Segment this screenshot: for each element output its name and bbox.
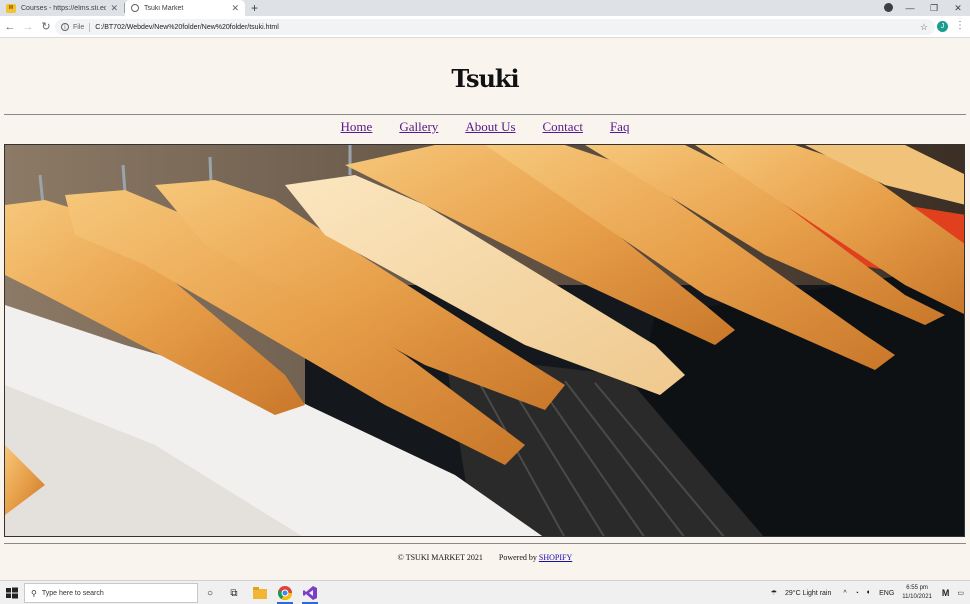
windows-start-icon[interactable] [4, 585, 20, 601]
tab-courses[interactable]: M Courses - https://elms.sti.edu/st... ✕ [0, 0, 124, 16]
file-explorer-icon[interactable] [252, 585, 268, 601]
nav-home[interactable]: Home [341, 119, 373, 135]
back-icon[interactable]: ← [2, 21, 18, 33]
address-bar[interactable]: i File C:/BT702/Webdev/New%20folder/New%… [55, 19, 935, 35]
minimize-icon[interactable]: — [898, 3, 922, 13]
chevron-up-icon[interactable]: ^ [843, 590, 846, 597]
tab-title: Tsuki Market [144, 4, 184, 12]
nav-about-us[interactable]: About Us [465, 119, 515, 135]
close-window-icon[interactable]: ✕ [946, 3, 970, 14]
moodle-icon: M [6, 3, 16, 13]
browser-toolbar: ← → ↻ i File C:/BT702/Webdev/New%20folde… [0, 16, 970, 38]
nav-gallery[interactable]: Gallery [399, 119, 438, 135]
windows-taskbar: ⚲ Type here to search ○ ⧉ ☂ 29°C Light r… [0, 580, 970, 604]
notifications-icon[interactable]: ▭ [957, 589, 964, 597]
shopify-link[interactable]: SHOPIFY [539, 553, 572, 562]
footer-divider [4, 543, 966, 544]
hangers-illustration [5, 145, 964, 536]
network-icon[interactable]: ◔ [855, 590, 859, 597]
weather-icon: ☂ [770, 590, 777, 597]
weather-text[interactable]: 29°C Light rain [785, 590, 831, 597]
menu-kebab-icon[interactable]: ⋮ [955, 20, 965, 31]
search-placeholder: Type here to search [41, 589, 104, 597]
visual-studio-icon[interactable] [302, 585, 318, 604]
close-icon[interactable]: ✕ [110, 3, 118, 14]
window-controls: — ❐ ✕ [898, 0, 970, 16]
tab-title: Courses - https://elms.sti.edu/st... [21, 4, 107, 12]
language-indicator[interactable]: ENG [879, 590, 894, 597]
nav-faq[interactable]: Faq [610, 119, 630, 135]
forward-icon[interactable]: → [20, 21, 36, 33]
powered-by-label: Powered by [498, 553, 537, 562]
nav-contact[interactable]: Contact [543, 119, 583, 135]
tab-tsuki-market[interactable]: Tsuki Market ✕ [125, 0, 245, 16]
site-nav: Home Gallery About Us Contact Faq [0, 119, 970, 135]
clock-date: 11/10/2021 [902, 594, 932, 600]
reload-icon[interactable]: ↻ [38, 20, 54, 33]
system-tray: ☂ 29°C Light rain ^ ◔ 🔈︎ ENG 6:55 pm 11/… [771, 581, 970, 604]
header-divider [4, 114, 966, 115]
info-icon[interactable]: i [61, 23, 69, 31]
hero-image [4, 144, 965, 537]
clock[interactable]: 6:55 pm 11/10/2021 [902, 584, 932, 602]
divider [89, 22, 91, 32]
task-view-icon[interactable]: ⧉ [226, 585, 242, 601]
site-logo: Tsuki [451, 64, 519, 93]
taskbar-search[interactable]: ⚲ Type here to search [24, 583, 198, 603]
close-icon[interactable]: ✕ [231, 3, 239, 14]
copyright-text: © TSUKI MARKET 2021 [397, 553, 483, 562]
chrome-icon[interactable] [277, 585, 293, 604]
clock-time: 6:55 pm [906, 585, 928, 591]
globe-icon [131, 4, 139, 12]
site-footer: © TSUKI MARKET 2021 Powered by SHOPIFY [0, 553, 970, 562]
web-page: Tsuki Home Gallery About Us Contact Faq [0, 38, 970, 580]
bookmark-star-icon[interactable]: ☆ [920, 22, 928, 33]
url-text[interactable]: C:/BT702/Webdev/New%20folder/New%20folde… [95, 24, 279, 31]
url-scheme: File [73, 23, 85, 31]
browser-tab-strip: M Courses - https://elms.sti.edu/st... ✕… [0, 0, 970, 16]
new-tab-button[interactable]: + [251, 0, 258, 16]
extension-icon[interactable] [884, 3, 893, 12]
account-avatar[interactable]: J [937, 21, 948, 32]
search-icon: ⚲ [31, 588, 37, 598]
meet-now-icon[interactable]: M [942, 588, 950, 598]
volume-icon[interactable]: 🔈︎ [867, 589, 871, 597]
restore-icon[interactable]: ❐ [922, 3, 946, 14]
cortana-icon[interactable]: ○ [202, 585, 218, 601]
